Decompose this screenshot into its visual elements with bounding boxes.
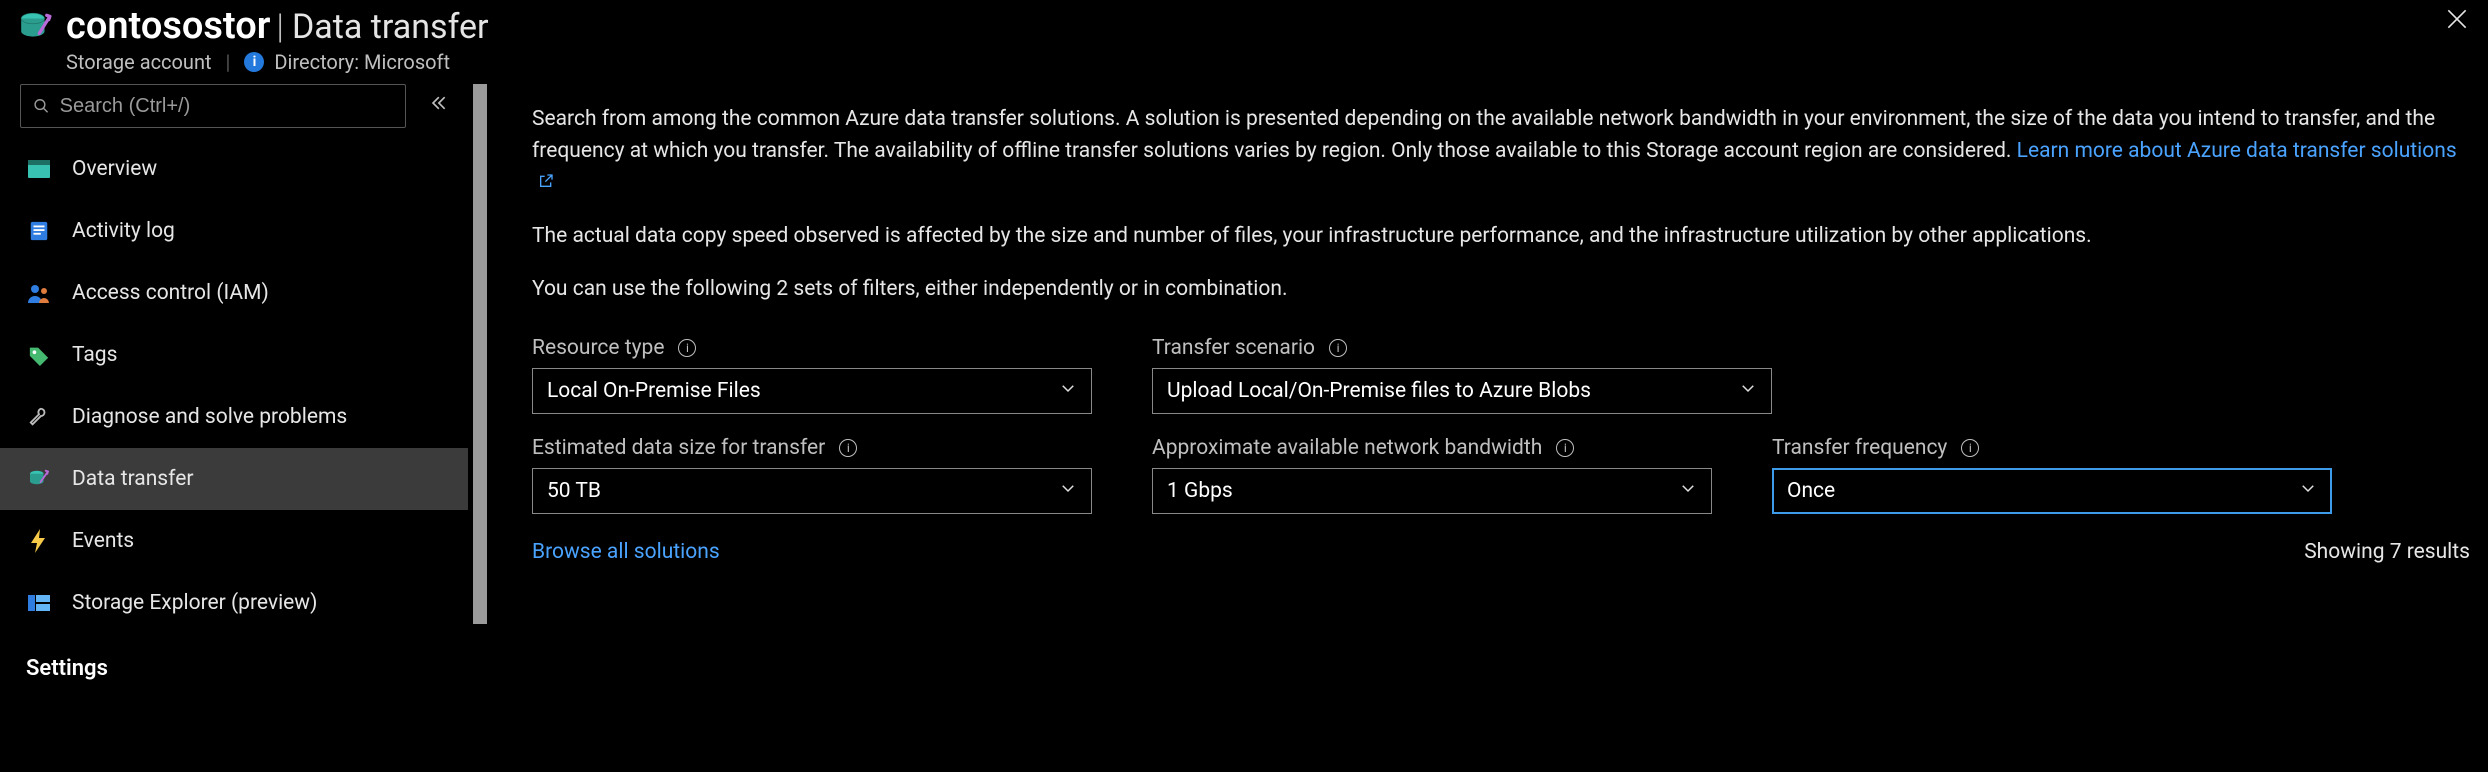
- sidebar-item-label: Storage Explorer (preview): [72, 591, 317, 615]
- activity-log-icon: [26, 218, 52, 244]
- main-content: Search from among the common Azure data …: [492, 80, 2488, 772]
- sidebar-item-activity-log[interactable]: Activity log: [0, 200, 468, 262]
- info-icon[interactable]: i: [1961, 439, 1979, 457]
- sidebar-item-label: Tags: [72, 343, 117, 367]
- external-link-icon: [538, 173, 554, 189]
- chevron-down-icon: [2299, 479, 2317, 503]
- page-title: contosostor | Data transfer: [66, 4, 489, 48]
- info-icon[interactable]: i: [678, 339, 696, 357]
- data-size-label: Estimated data size for transfer i: [532, 436, 1092, 460]
- resource-type-select[interactable]: Local On-Premise Files: [532, 368, 1092, 414]
- info-icon[interactable]: i: [839, 439, 857, 457]
- blade-header: contosostor | Data transfer Storage acco…: [0, 0, 2488, 80]
- info-icon[interactable]: i: [1556, 439, 1574, 457]
- browse-all-link[interactable]: Browse all solutions: [532, 540, 720, 564]
- sidebar-item-access-control[interactable]: Access control (IAM): [0, 262, 468, 324]
- bandwidth-select[interactable]: 1 Gbps: [1152, 468, 1712, 514]
- chevron-down-icon: [1059, 379, 1077, 403]
- sidebar-item-label: Events: [72, 529, 134, 553]
- sidebar-item-label: Activity log: [72, 219, 175, 243]
- sidebar-item-events[interactable]: Events: [0, 510, 468, 572]
- overview-icon: [26, 156, 52, 182]
- chevron-down-icon: [1679, 479, 1697, 503]
- filter-row-2: Estimated data size for transfer i 50 TB…: [532, 436, 2470, 514]
- sidebar-item-data-transfer[interactable]: Data transfer: [0, 448, 468, 510]
- sidebar-item-tags[interactable]: Tags: [0, 324, 468, 386]
- search-input[interactable]: [20, 84, 406, 128]
- sidebar-item-overview[interactable]: Overview: [0, 138, 468, 200]
- intro-paragraph-1: Search from among the common Azure data …: [532, 104, 2470, 199]
- intro-paragraph-2: The actual data copy speed observed is a…: [532, 221, 2470, 253]
- transfer-scenario-select[interactable]: Upload Local/On-Premise files to Azure B…: [1152, 368, 1772, 414]
- sidebar-section-settings: Settings: [0, 634, 468, 681]
- storage-account-icon: [18, 10, 52, 44]
- info-icon[interactable]: i: [1329, 339, 1347, 357]
- sidebar-item-label: Overview: [72, 157, 157, 181]
- search-icon: [33, 97, 50, 115]
- filter-row-1: Resource type i Local On-Premise Files T…: [532, 336, 2470, 414]
- sidebar-item-label: Access control (IAM): [72, 281, 269, 305]
- events-icon: [26, 528, 52, 554]
- sidebar-item-storage-explorer[interactable]: Storage Explorer (preview): [0, 572, 468, 634]
- results-count: Showing 7 results: [2304, 540, 2470, 564]
- resource-name: contosostor: [66, 4, 270, 48]
- storage-explorer-icon: [26, 590, 52, 616]
- data-transfer-icon: [26, 466, 52, 492]
- iam-icon: [26, 280, 52, 306]
- frequency-label: Transfer frequency i: [1772, 436, 2332, 460]
- search-input-field[interactable]: [60, 95, 393, 118]
- directory-label: Directory: Microsoft: [274, 50, 450, 74]
- scrollbar-thumb[interactable]: [473, 84, 487, 624]
- intro-paragraph-3: You can use the following 2 sets of filt…: [532, 274, 2470, 306]
- sidebar-scrollbar[interactable]: [468, 80, 492, 772]
- info-icon: i: [244, 52, 264, 72]
- data-size-select[interactable]: 50 TB: [532, 468, 1092, 514]
- blade-subtitle: Data transfer: [292, 7, 489, 47]
- tags-icon: [26, 342, 52, 368]
- diagnose-icon: [26, 404, 52, 430]
- chevron-down-icon: [1059, 479, 1077, 503]
- bandwidth-label: Approximate available network bandwidth …: [1152, 436, 1712, 460]
- sidebar-item-diagnose[interactable]: Diagnose and solve problems: [0, 386, 468, 448]
- sidebar-item-label: Data transfer: [72, 467, 193, 491]
- resource-type: Storage account: [66, 50, 212, 74]
- close-icon[interactable]: [2444, 6, 2470, 32]
- frequency-select[interactable]: Once: [1772, 468, 2332, 514]
- sidebar: Overview Activity log Access control (IA…: [0, 80, 468, 772]
- chevron-down-icon: [1739, 379, 1757, 403]
- resource-type-label: Resource type i: [532, 336, 1092, 360]
- sidebar-item-label: Diagnose and solve problems: [72, 405, 347, 429]
- transfer-scenario-label: Transfer scenario i: [1152, 336, 1772, 360]
- collapse-sidebar-icon[interactable]: [428, 93, 448, 119]
